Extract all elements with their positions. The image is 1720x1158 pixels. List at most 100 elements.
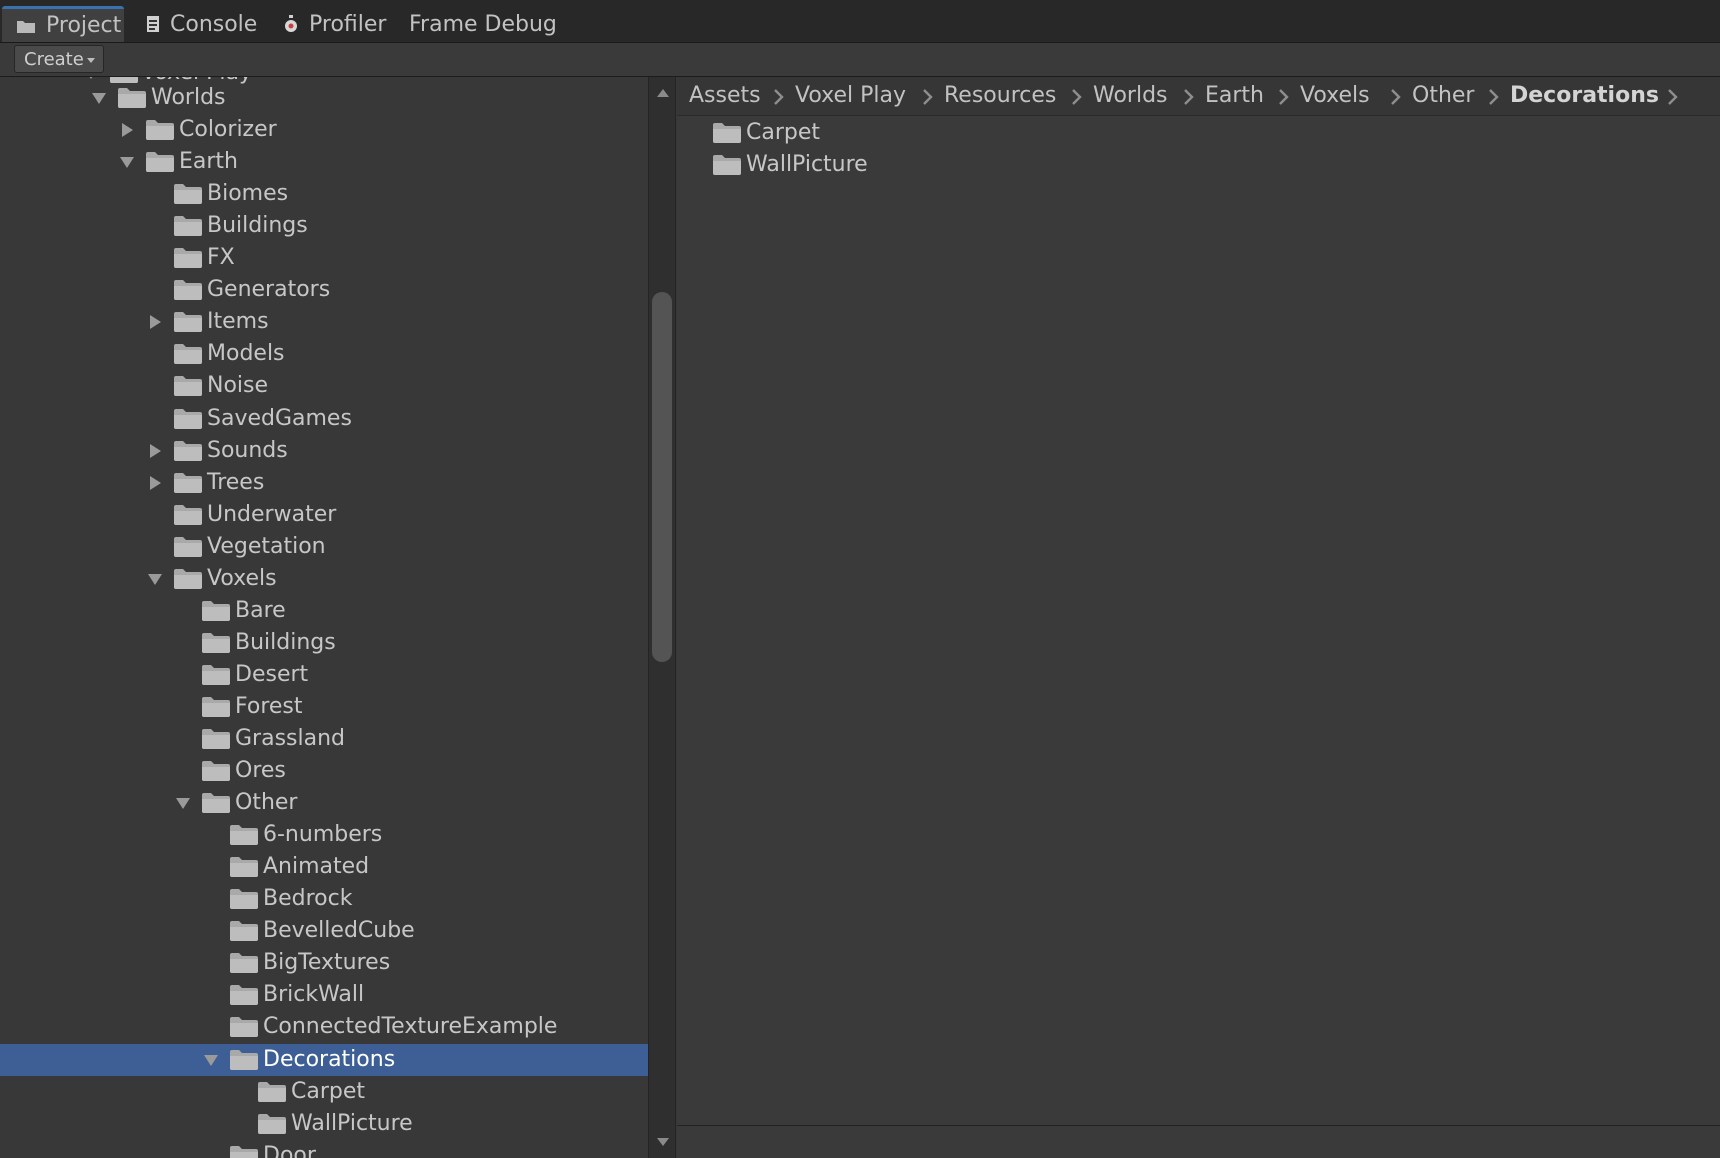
tree-row[interactable]: Animated	[0, 851, 648, 883]
tab-console[interactable]: Console	[146, 6, 257, 42]
console-icon	[146, 15, 160, 33]
folder-icon	[173, 277, 203, 301]
tree-row[interactable]: WallPicture	[0, 1108, 648, 1140]
folder-icon	[173, 245, 203, 269]
tree-scrollbar[interactable]	[648, 77, 676, 1158]
tree-row[interactable]: Underwater	[0, 499, 648, 531]
folder-icon	[201, 790, 231, 814]
tree-row[interactable]: Models	[0, 338, 648, 370]
tree-row[interactable]: Ores	[0, 755, 648, 787]
folder-icon	[145, 149, 175, 173]
folder-icon	[229, 918, 259, 942]
expanded-arrow-icon[interactable]	[200, 1049, 222, 1071]
tree-row[interactable]: Voxels	[0, 563, 648, 595]
breadcrumb-chevron-icon	[1488, 88, 1500, 106]
tree-row[interactable]: Grassland	[0, 723, 648, 755]
tree-item-label: Buildings	[235, 629, 336, 655]
tree-row[interactable]: Vegetation	[0, 531, 648, 563]
breadcrumb-chevron-icon	[773, 88, 785, 106]
tree-row[interactable]: Other	[0, 787, 648, 819]
tree-row[interactable]: Generators	[0, 274, 648, 306]
breadcrumb-item[interactable]: Decorations	[1510, 82, 1659, 110]
tree-row[interactable]: BevelledCube	[0, 915, 648, 947]
tree-item-label: Carpet	[291, 1078, 366, 1104]
folder-icon	[229, 1014, 259, 1038]
expanded-arrow-icon[interactable]	[144, 568, 166, 590]
tree-row[interactable]: FX	[0, 242, 648, 274]
tab-label: Frame Debug	[409, 11, 557, 37]
tree-item-label: Grassland	[235, 726, 345, 751]
content-item[interactable]: Carpet	[677, 117, 1720, 149]
breadcrumb-item[interactable]: Voxels	[1300, 82, 1370, 110]
tree-item-label: BevelledCube	[263, 918, 415, 944]
tree-row[interactable]: Earth	[0, 146, 648, 178]
tree-row[interactable]: Colorizer	[0, 114, 648, 146]
collapsed-arrow-icon[interactable]	[144, 311, 166, 333]
tree-row[interactable]: Bedrock	[0, 883, 648, 915]
tree-row[interactable]: Door	[0, 1140, 648, 1158]
tree-item-label: Ores	[235, 758, 286, 784]
scroll-down-arrow-icon[interactable]	[657, 1138, 669, 1146]
breadcrumb-item[interactable]: Assets	[689, 82, 761, 110]
tree-row[interactable]: Worlds	[0, 82, 648, 114]
scroll-up-arrow-icon[interactable]	[657, 89, 669, 97]
tab-bar: Project Console Profiler Frame Debug	[0, 0, 1720, 43]
breadcrumb-item[interactable]: Resources	[944, 82, 1056, 110]
tree-item-label: Models	[207, 341, 285, 367]
scrollbar-thumb[interactable]	[652, 292, 672, 662]
tree-row[interactable]: Buildings	[0, 210, 648, 242]
tree-item-label: ConnectedTextureExample	[263, 1014, 558, 1040]
tree-row[interactable]: BigTextures	[0, 947, 648, 979]
tree-item-label: FX	[207, 245, 235, 271]
expanded-arrow-icon[interactable]	[88, 87, 110, 109]
tree-row[interactable]: ConnectedTextureExample	[0, 1011, 648, 1043]
content-item[interactable]: WallPicture	[677, 149, 1720, 181]
tree-row[interactable]: Buildings	[0, 627, 648, 659]
tree-item-label: WallPicture	[291, 1110, 413, 1136]
folder-icon	[173, 309, 203, 333]
folder-icon	[229, 886, 259, 910]
tree-row[interactable]: SavedGames	[0, 403, 648, 435]
tree-row[interactable]: Items	[0, 306, 648, 338]
folder-icon	[201, 694, 231, 718]
tab-frame-debug[interactable]: Frame Debug	[409, 6, 557, 42]
collapsed-arrow-icon[interactable]	[116, 119, 138, 141]
folder-icon	[229, 950, 259, 974]
tree-row[interactable]: Biomes	[0, 178, 648, 210]
collapsed-arrow-icon[interactable]	[144, 440, 166, 462]
tree-row[interactable]: Forest	[0, 691, 648, 723]
tree-row[interactable]: Sounds	[0, 435, 648, 467]
tree-item-label: Generators	[207, 277, 331, 303]
tab-label: Project	[46, 13, 122, 38]
tree-row[interactable]: BrickWall	[0, 979, 648, 1011]
breadcrumb-item[interactable]: Worlds	[1093, 82, 1168, 110]
tree-item-label: BrickWall	[263, 982, 365, 1008]
tab-label: Profiler	[309, 11, 387, 37]
tree-row[interactable]: Bare	[0, 595, 648, 627]
tree-row[interactable]: Trees	[0, 467, 648, 499]
tree-item-label: Biomes	[207, 181, 289, 207]
tree-row[interactable]: Carpet	[0, 1076, 648, 1108]
tree-item-label: Bedrock	[263, 886, 353, 912]
folder-icon	[229, 982, 259, 1006]
breadcrumb-chevron-icon	[1390, 88, 1402, 106]
collapsed-arrow-icon[interactable]	[144, 472, 166, 494]
folder-icon	[173, 406, 203, 430]
breadcrumb-item[interactable]: Earth	[1205, 82, 1264, 110]
expanded-arrow-icon[interactable]	[172, 792, 194, 814]
tab-profiler[interactable]: Profiler	[283, 6, 386, 42]
folder-icon	[16, 18, 36, 34]
expanded-arrow-icon[interactable]	[116, 151, 138, 173]
tree-row[interactable]: 6-numbers	[0, 819, 648, 851]
tree-row[interactable]: Desert	[0, 659, 648, 691]
breadcrumb-item[interactable]: Voxel Play	[795, 82, 906, 110]
folder-icon	[173, 373, 203, 397]
tree-row[interactable]: Noise	[0, 370, 648, 402]
tree-row[interactable]: Decorations	[0, 1043, 648, 1076]
create-button[interactable]: Create	[14, 45, 104, 73]
folder-icon	[173, 566, 203, 590]
tab-project[interactable]: Project	[2, 6, 124, 42]
breadcrumb-item[interactable]: Other	[1412, 82, 1474, 110]
breadcrumb-chevron-icon	[1071, 88, 1083, 106]
breadcrumb-chevron-icon	[922, 88, 934, 106]
